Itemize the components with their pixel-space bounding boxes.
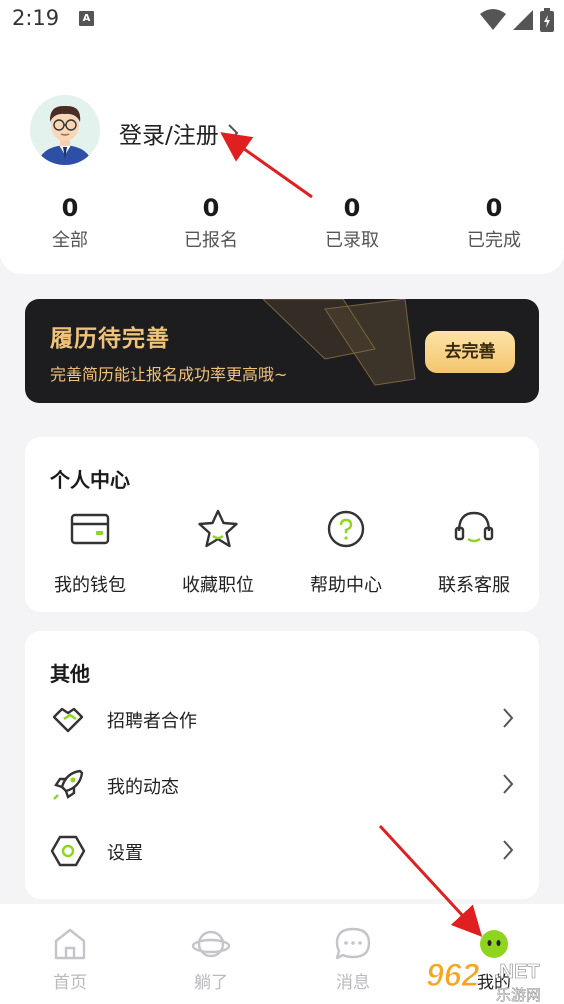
saved-jobs-item[interactable]: 收藏职位 <box>163 507 273 597</box>
watermark-logo: 962 .NET 乐游网 <box>424 952 564 1004</box>
settings-row[interactable]: 设置 <box>25 821 539 881</box>
planet-icon <box>191 930 231 958</box>
saved-jobs-label: 收藏职位 <box>182 575 254 596</box>
nav-planet-label: 躺了 <box>194 973 228 993</box>
watermark-icon: 962 .NET 乐游网 <box>426 957 542 1004</box>
status-bar: 2:19 A <box>0 0 564 40</box>
stat-label: 已报名 <box>184 230 238 251</box>
status-icons <box>480 8 554 32</box>
settings-hex-icon <box>50 835 86 867</box>
customer-service-item[interactable]: 联系客服 <box>419 507 529 597</box>
rocket-icon <box>53 769 84 800</box>
stat-value: 0 <box>343 194 361 222</box>
signal-icon <box>513 10 533 30</box>
svg-text:962: 962 <box>426 957 480 993</box>
my-wallet-label: 我的钱包 <box>54 575 126 596</box>
stat-label: 全部 <box>52 230 88 251</box>
headset-icon <box>454 511 494 543</box>
stat-value: 0 <box>61 194 79 222</box>
stat-label: 已录取 <box>325 230 379 251</box>
personal-center-heading: 个人中心 <box>50 468 130 492</box>
stat-applied[interactable]: 0 已报名 <box>151 192 271 252</box>
star-icon <box>198 509 238 548</box>
help-center-label: 帮助中心 <box>310 575 382 596</box>
chevron-right-icon <box>228 124 239 142</box>
help-icon <box>327 510 365 548</box>
nav-messages[interactable]: 消息 <box>303 924 403 993</box>
other-card: 其他 招聘者合作 我的动态 设置 <box>25 631 539 899</box>
personal-center-card: 个人中心 我的钱包 收藏职位 帮助中心 联系客服 <box>25 437 539 612</box>
login-register-link[interactable]: 登录/注册 <box>119 116 239 150</box>
nav-home-label: 首页 <box>53 973 87 993</box>
handshake-icon <box>52 707 84 733</box>
stat-all[interactable]: 0 全部 <box>10 192 130 252</box>
resume-subtitle: 完善简历能让报名成功率更高哦~ <box>50 365 288 384</box>
wallet-icon <box>70 513 110 545</box>
chevron-right-icon <box>503 774 514 794</box>
customer-service-label: 联系客服 <box>438 575 510 596</box>
stat-completed[interactable]: 0 已完成 <box>434 192 554 252</box>
my-activity-row[interactable]: 我的动态 <box>25 755 539 815</box>
svg-text:.NET: .NET <box>494 961 540 983</box>
recruiter-cooperation-row[interactable]: 招聘者合作 <box>25 689 539 749</box>
profile-card: 登录/注册 0 全部 0 已报名 0 已录取 0 已完成 <box>0 40 564 274</box>
help-center-item[interactable]: 帮助中心 <box>291 507 401 597</box>
battery-icon <box>540 8 554 32</box>
svg-text:乐游网: 乐游网 <box>496 987 541 1004</box>
avatar-icon <box>30 95 100 165</box>
nav-planet[interactable]: 躺了 <box>161 924 261 993</box>
stat-admitted[interactable]: 0 已录取 <box>292 192 412 252</box>
recruiter-cooperation-label: 招聘者合作 <box>107 711 197 732</box>
complete-resume-button[interactable]: 去完善 <box>425 331 515 373</box>
stat-value: 0 <box>202 194 220 222</box>
other-heading: 其他 <box>50 662 90 686</box>
avatar[interactable] <box>30 95 100 165</box>
stat-label: 已完成 <box>467 230 521 251</box>
login-register-label: 登录/注册 <box>119 123 219 149</box>
chat-icon <box>335 927 371 960</box>
nav-messages-label: 消息 <box>336 973 370 993</box>
my-activity-label: 我的动态 <box>107 777 179 798</box>
settings-label: 设置 <box>107 843 143 864</box>
nav-home[interactable]: 首页 <box>20 924 120 993</box>
chevron-right-icon <box>503 708 514 728</box>
status-time: 2:19 <box>12 6 60 30</box>
notification-badge: A <box>79 11 94 26</box>
my-wallet-item[interactable]: 我的钱包 <box>35 507 145 597</box>
wifi-icon <box>480 9 506 30</box>
stat-value: 0 <box>485 194 503 222</box>
home-icon <box>54 928 86 960</box>
resume-title: 履历待完善 <box>50 326 170 352</box>
resume-banner[interactable]: 履历待完善 完善简历能让报名成功率更高哦~ 去完善 <box>25 299 539 403</box>
chevron-right-icon <box>503 840 514 860</box>
